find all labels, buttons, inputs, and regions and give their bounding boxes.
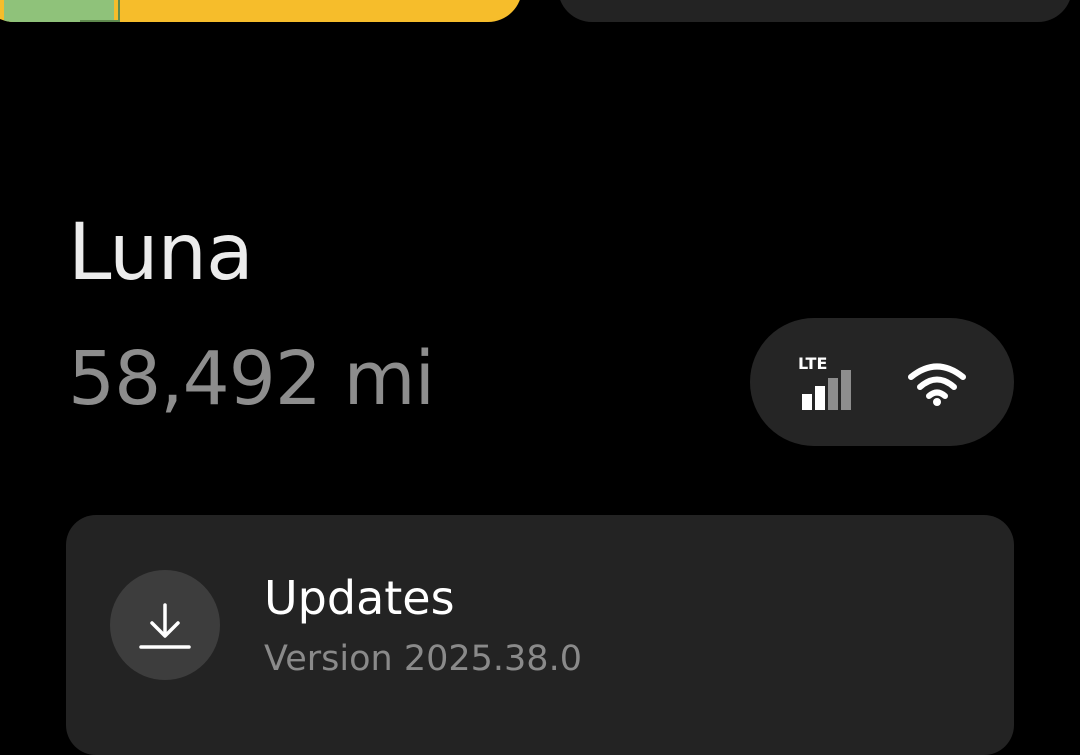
software-version: Version 2025.38.0: [264, 639, 582, 679]
signal-bar: [828, 378, 838, 410]
signal-bar: [841, 370, 851, 410]
updates-title: Updates: [264, 571, 455, 625]
odometer-reading: 58,492 mi: [68, 336, 435, 422]
signal-bar: [802, 394, 812, 410]
wifi-icon: [908, 363, 966, 406]
download-icon: [139, 603, 191, 649]
signal-bar: [815, 386, 825, 410]
connectivity-status-pill[interactable]: LTE: [750, 318, 1014, 446]
top-right-card[interactable]: [558, 0, 1072, 22]
updates-card[interactable]: Updates Version 2025.38.0: [66, 515, 1014, 755]
download-button[interactable]: [110, 570, 220, 680]
vehicle-name: Luna: [68, 208, 254, 298]
lte-label: LTE: [798, 354, 828, 373]
map-road-line: [80, 0, 120, 22]
map-card[interactable]: [0, 0, 522, 22]
cellular-signal-icon: LTE: [798, 354, 858, 410]
